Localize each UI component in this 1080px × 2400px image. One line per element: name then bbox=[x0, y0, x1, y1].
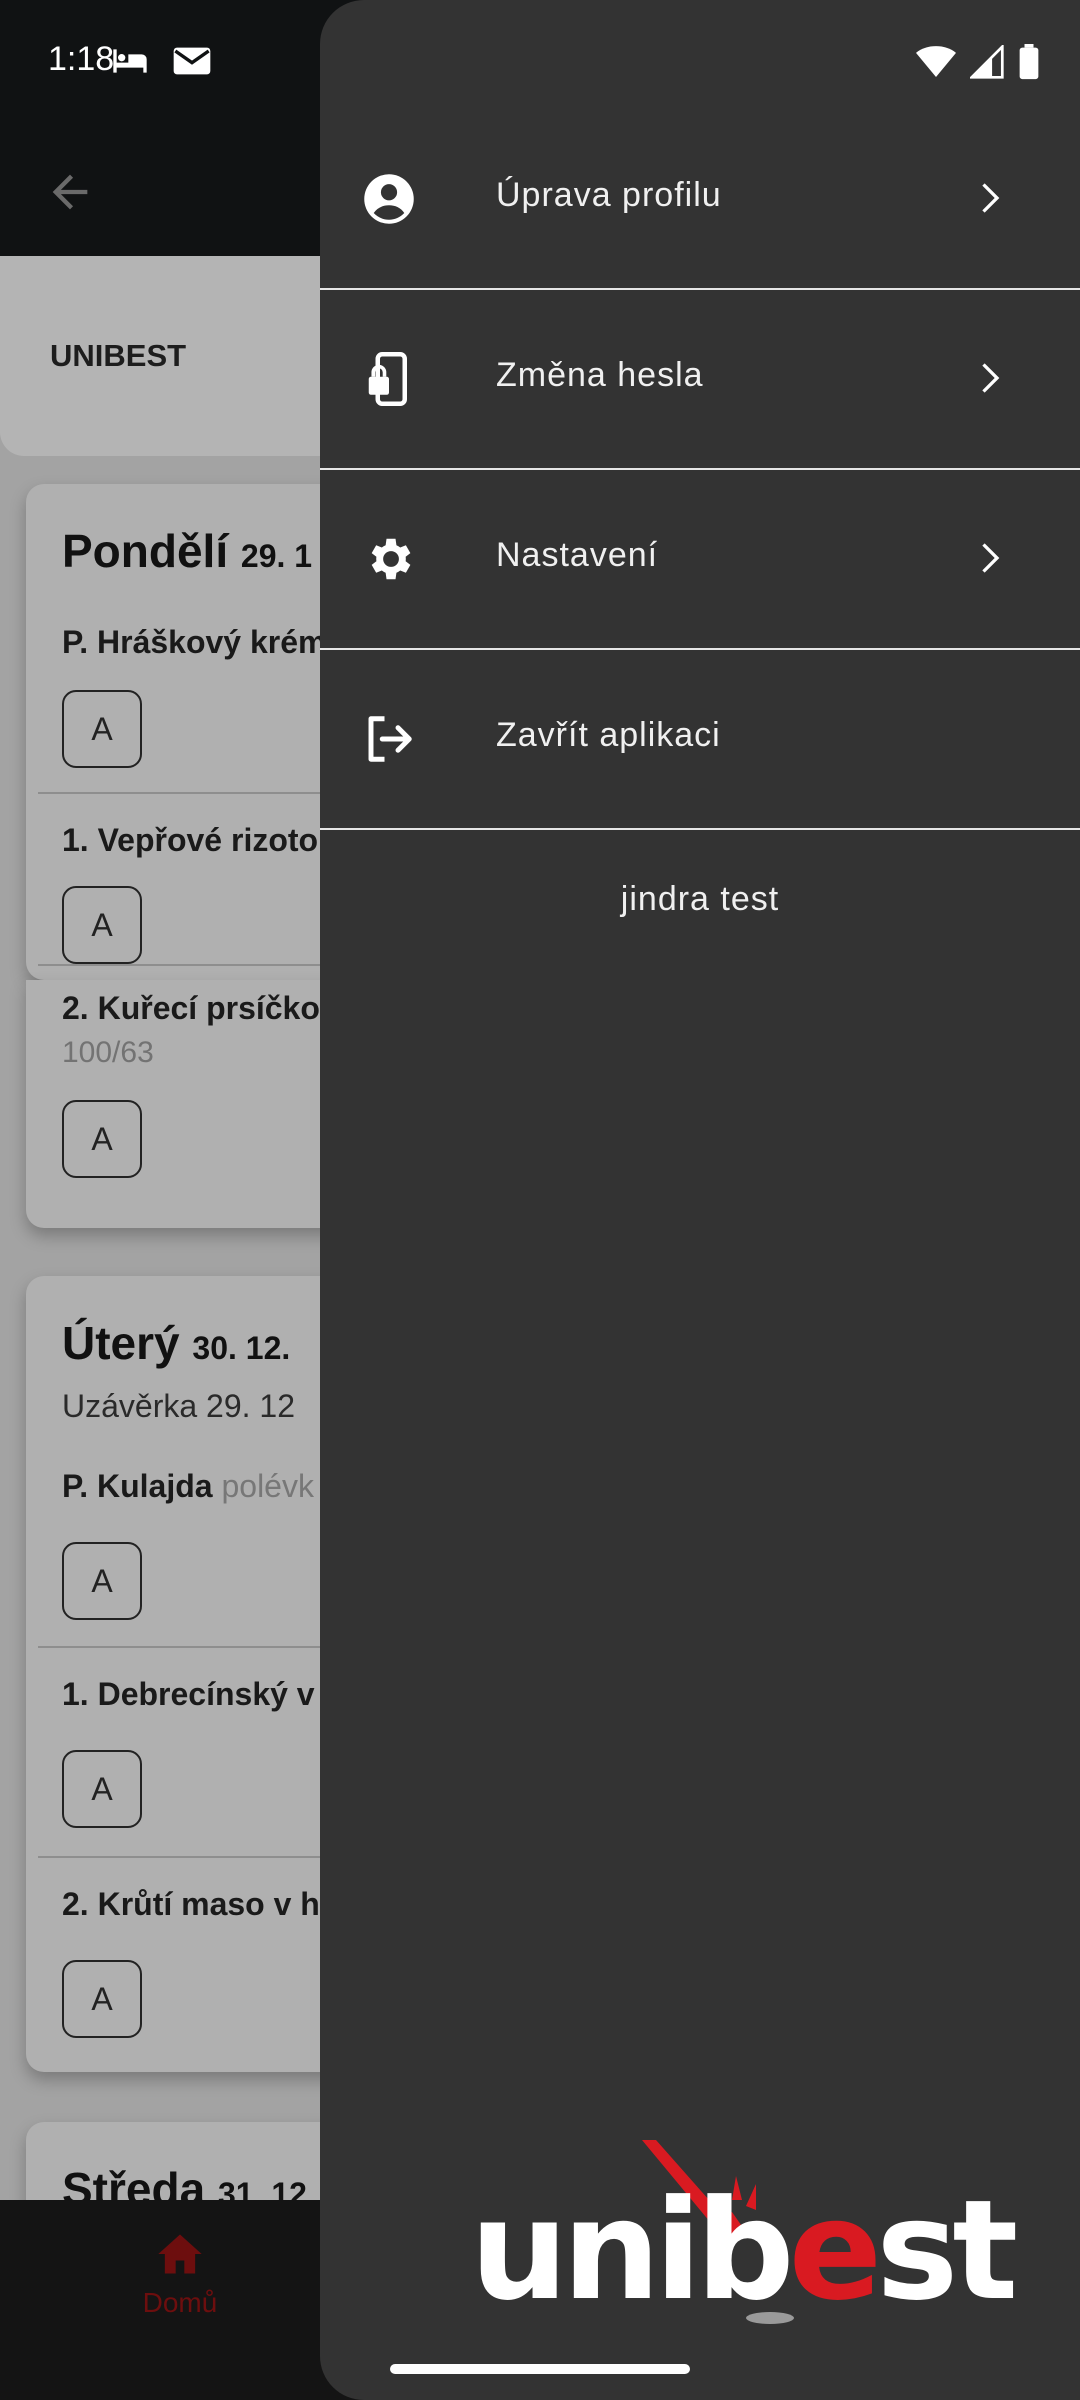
wifi-icon bbox=[916, 46, 956, 77]
day-title: Pondělí 29. 1 bbox=[62, 525, 313, 577]
order-deadline: Uzávěrka 29. 12 bbox=[62, 1388, 296, 1424]
meal-option-button[interactable]: A bbox=[62, 1750, 142, 1828]
day-title: Středa 31. 12 bbox=[62, 2163, 307, 2200]
meal-name: P. Hráškový krém bbox=[62, 624, 327, 660]
chevron-right-icon bbox=[982, 543, 1000, 573]
meal-option-button[interactable]: A bbox=[62, 1542, 142, 1620]
day-title: Úterý 30. 12. bbox=[62, 1317, 291, 1369]
home-icon bbox=[158, 2234, 202, 2274]
meal-name: 1. Debrecínský v bbox=[62, 1676, 315, 1712]
gear-icon bbox=[371, 538, 411, 580]
canteen-name: UNIBEST bbox=[50, 338, 187, 373]
user-name: jindra test bbox=[620, 880, 780, 918]
meal-weight: 100/63 bbox=[62, 1036, 154, 1069]
menu-item-settings[interactable]: Nastavení bbox=[320, 468, 1080, 648]
nav-item-home[interactable]: Domů bbox=[120, 2230, 240, 2319]
chevron-right-icon bbox=[982, 183, 1000, 213]
status-time: 1:18 bbox=[48, 40, 115, 78]
cellular-signal-icon bbox=[970, 45, 1004, 79]
meal-option-button[interactable]: A bbox=[62, 1100, 142, 1178]
chevron-right-icon bbox=[982, 363, 1000, 393]
logout-icon bbox=[368, 716, 412, 762]
menu-item-close-app[interactable]: Zavřít aplikaci bbox=[320, 648, 1080, 828]
menu-item-label: Změna hesla bbox=[496, 356, 704, 394]
meal-option-button[interactable]: A bbox=[62, 1960, 142, 2038]
meal-option-button[interactable]: A bbox=[62, 690, 142, 768]
meal-option-button[interactable]: A bbox=[62, 886, 142, 964]
menu-divider bbox=[320, 828, 1080, 830]
navigation-drawer: Úprava profilu Změna hesla Nastavení Zav… bbox=[320, 0, 1080, 2400]
menu-item-label: Úprava profilu bbox=[496, 176, 722, 214]
menu-item-label: Nastavení bbox=[496, 536, 659, 574]
menu-item-label: Zavřít aplikaci bbox=[496, 716, 721, 754]
mail-icon bbox=[173, 47, 211, 75]
battery-icon bbox=[1019, 44, 1039, 80]
logo-text-part: unib bbox=[470, 2170, 795, 2331]
logo-text-part: e bbox=[788, 2170, 883, 2331]
unibest-logo: unibest bbox=[470, 2140, 1018, 2340]
menu-item-edit-profile[interactable]: Úprava profilu bbox=[320, 108, 1080, 288]
nav-home-label: Domů bbox=[142, 2287, 218, 2318]
meal-name: 1. Vepřové rizoto bbox=[62, 822, 319, 858]
bed-icon bbox=[113, 49, 147, 73]
logo-text-part: st bbox=[876, 2170, 1018, 2331]
meal-name: P. Kulajda polévk bbox=[62, 1468, 314, 1504]
meal-name: 2. Kuřecí prsíčko bbox=[62, 990, 320, 1026]
account-circle-icon bbox=[364, 174, 414, 224]
phone-lock-icon bbox=[368, 352, 407, 406]
meal-name: 2. Krůtí maso v h bbox=[62, 1886, 320, 1922]
back-arrow-icon[interactable] bbox=[44, 166, 96, 218]
gesture-home-indicator[interactable] bbox=[390, 2364, 690, 2374]
menu-item-change-password[interactable]: Změna hesla bbox=[320, 288, 1080, 468]
